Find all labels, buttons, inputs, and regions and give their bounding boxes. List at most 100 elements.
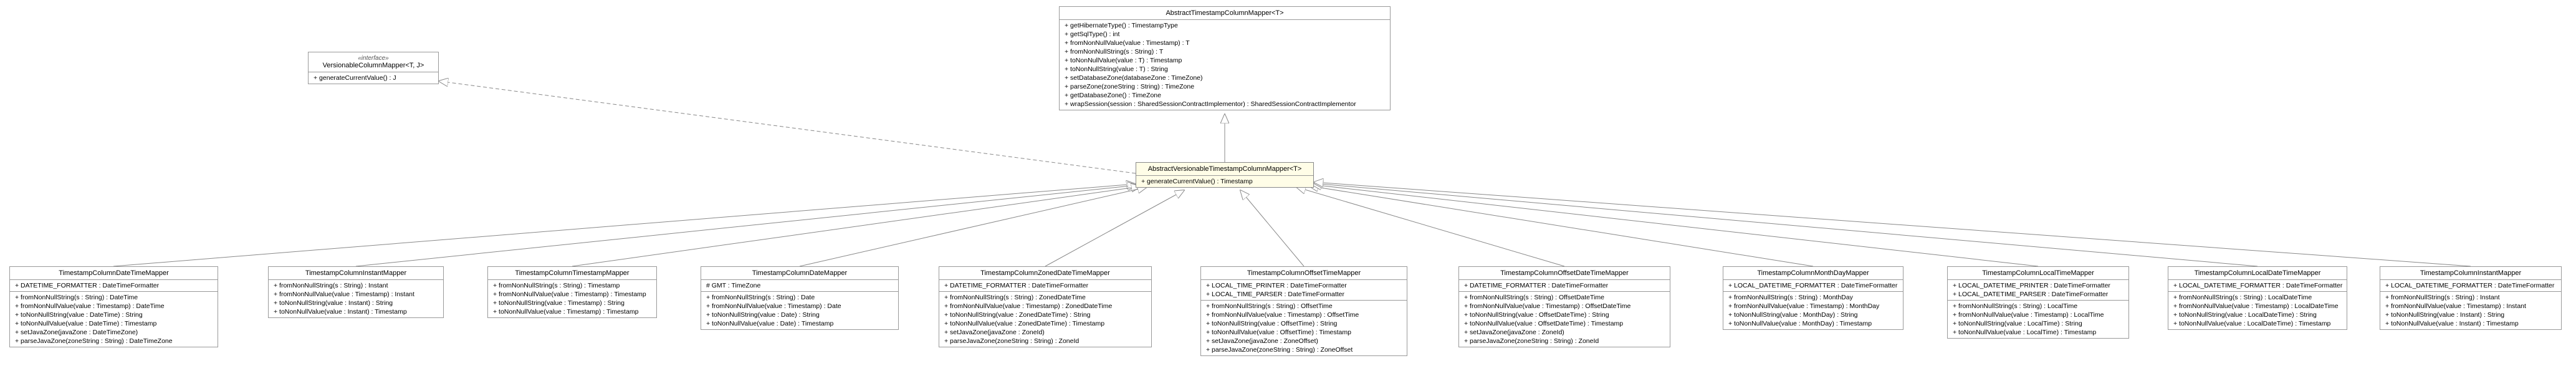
method: + parseJavaZone(zoneString : String) : D… [10,337,218,345]
method: + setDatabaseZone(databaseZone : TimeZon… [1060,74,1390,82]
field-section: + LOCAL_TIME_PRINTER : DateTimeFormatter… [1201,280,1407,301]
method: + toNonNullValue(value : Timestamp) : Ti… [488,307,656,316]
class-title: AbstractTimestampColumnMapper<T> [1060,7,1390,20]
field-section: + DATETIME_FORMATTER : DateTimeFormatter [10,280,218,292]
method: + fromNonNullValue(value : Timestamp) : … [1201,311,1407,319]
method: + fromNonNullValue(value : Timestamp) : … [1723,302,1903,311]
method: + toNonNullValue(value : MonthDay) : Tim… [1723,319,1903,328]
method: + getDatabaseZone() : TimeZone [1060,91,1390,100]
class-timestampcolumninstantmapper: TimestampColumnInstantMapper+ LOCAL_DATE… [2380,266,2562,330]
method: + toNonNullValue(value : OffsetDateTime)… [1459,319,1670,328]
method: + toNonNullString(value : Instant) : Str… [2380,311,2561,319]
method: + toNonNullString(value : MonthDay) : St… [1723,311,1903,319]
class-title: TimestampColumnInstantMapper [269,267,443,280]
method: + fromNonNullString(s : String) : Offset… [1201,302,1407,311]
method-section: + fromNonNullString(s : String) : MonthD… [1723,292,1903,329]
method: + setJavaZone(javaZone : ZoneOffset) [1201,337,1407,345]
class-title: TimestampColumnMonthDayMapper [1723,267,1903,280]
class-abstract-timestamp-mapper: AbstractTimestampColumnMapper<T> + getHi… [1059,6,1391,110]
field: + LOCAL_TIME_PRINTER : DateTimeFormatter [1201,281,1407,290]
method-section: + generateCurrentValue() : Timestamp [1136,176,1313,187]
method: + generateCurrentValue() : J [309,74,438,82]
method: + setJavaZone(javaZone : ZoneId) [939,328,1151,337]
method: + fromNonNullString(s : String) : Date [701,293,898,302]
method: + toNonNullValue(value : Instant) : Time… [269,307,443,316]
method-section: + generateCurrentValue() : J [309,72,438,84]
method: + toNonNullString(value : LocalTime) : S… [1948,319,2128,328]
method-section: + fromNonNullString(s : String) : LocalD… [2168,292,2347,329]
field: # GMT : TimeZone [701,281,898,290]
method-section: + getHibernateType() : TimestampType+ ge… [1060,20,1390,110]
class-timestampcolumndatetimemapper: TimestampColumnDateTimeMapper+ DATETIME_… [9,266,218,347]
method: + fromNonNullString(s : String) : LocalD… [2168,293,2347,302]
method: + fromNonNullString(s : String) : Timest… [488,281,656,290]
class-title: TimestampColumnTimestampMapper [488,267,656,280]
method: + fromNonNullValue(value : Timestamp) : … [701,302,898,311]
class-title: TimestampColumnLocalTimeMapper [1948,267,2128,280]
method: + toNonNullValue(value : DateTime) : Tim… [10,319,218,328]
method-section: + fromNonNullString(s : String) : DateTi… [10,292,218,347]
field-section: + LOCAL_DATETIME_FORMATTER : DateTimeFor… [1723,280,1903,292]
field: + DATETIME_FORMATTER : DateTimeFormatter [939,281,1151,290]
method: + fromNonNullValue(value : Timestamp) : … [269,290,443,299]
method: + fromNonNullValue(value : Timestamp) : … [1459,302,1670,311]
field-section: # GMT : TimeZone [701,280,898,292]
field: + DATETIME_FORMATTER : DateTimeFormatter [1459,281,1670,290]
class-timestampcolumnoffsettimemapper: TimestampColumnOffsetTimeMapper+ LOCAL_T… [1200,266,1407,356]
method: + toNonNullString(value : T) : String [1060,65,1390,74]
class-title: TimestampColumnInstantMapper [2380,267,2561,280]
class-timestampcolumnzoneddatetimemapper: TimestampColumnZonedDateTimeMapper+ DATE… [939,266,1152,347]
method: + toNonNullValue(value : T) : Timestamp [1060,56,1390,65]
method: + toNonNullString(value : Date) : String [701,311,898,319]
method-section: + fromNonNullString(s : String) : Date+ … [701,292,898,329]
field: + LOCAL_DATETIME_PARSER : DateTimeFormat… [1948,290,2128,299]
method: + fromNonNullString(s : String) : LocalT… [1948,302,2128,311]
field-section: + LOCAL_DATETIME_FORMATTER : DateTimeFor… [2168,280,2347,292]
method: + fromNonNullString(s : String) : T [1060,47,1390,56]
stereotype: «interface» [314,55,433,62]
method: + toNonNullString(value : OffsetTime) : … [1201,319,1407,328]
method: + fromNonNullValue(value : Timestamp) : … [939,302,1151,311]
method: + toNonNullString(value : ZonedDateTime)… [939,311,1151,319]
field-section: + LOCAL_DATETIME_FORMATTER : DateTimeFor… [2380,280,2561,292]
method: + fromNonNullString(s : String) : DateTi… [10,293,218,302]
method: + fromNonNullValue(value : Timestamp) : … [2380,302,2561,311]
method: + toNonNullValue(value : ZonedDateTime) … [939,319,1151,328]
method-section: + fromNonNullString(s : String) : Timest… [488,280,656,317]
method: + getSqlType() : int [1060,30,1390,39]
method: + toNonNullValue(value : OffsetTime) : T… [1201,328,1407,337]
method: + fromNonNullString(s : String) : Instan… [2380,293,2561,302]
method: + getHibernateType() : TimestampType [1060,21,1390,30]
method: + setJavaZone(javaZone : DateTimeZone) [10,328,218,337]
field: + DATETIME_FORMATTER : DateTimeFormatter [10,281,218,290]
class-timestampcolumnmonthdaymapper: TimestampColumnMonthDayMapper+ LOCAL_DAT… [1723,266,1903,330]
method: + toNonNullString(value : DateTime) : St… [10,311,218,319]
method: + setJavaZone(javaZone : ZoneId) [1459,328,1670,337]
class-timestampcolumnoffsetdatetimemapper: TimestampColumnOffsetDateTimeMapper+ DAT… [1458,266,1670,347]
class-title: TimestampColumnDateMapper [701,267,898,280]
method: + toNonNullValue(value : LocalTime) : Ti… [1948,328,2128,337]
method: + fromNonNullString(s : String) : Instan… [269,281,443,290]
method-section: + fromNonNullString(s : String) : Instan… [269,280,443,317]
class-title: TimestampColumnDateTimeMapper [10,267,218,280]
class-timestampcolumninstantmapper: TimestampColumnInstantMapper+ fromNonNul… [268,266,444,318]
method: + fromNonNullValue(value : Timestamp) : … [488,290,656,299]
class-abstract-versionable: AbstractVersionableTimestampColumnMapper… [1136,162,1314,188]
class-timestampcolumntimestampmapper: TimestampColumnTimestampMapper+ fromNonN… [487,266,657,318]
class-title: TimestampColumnOffsetTimeMapper [1201,267,1407,280]
field: + LOCAL_DATETIME_PRINTER : DateTimeForma… [1948,281,2128,290]
method: + parseJavaZone(zoneString : String) : Z… [1201,345,1407,354]
method: + parseZone(zoneString : String) : TimeZ… [1060,82,1390,91]
class-timestampcolumnlocaltimemapper: TimestampColumnLocalTimeMapper+ LOCAL_DA… [1947,266,2129,339]
field: + LOCAL_TIME_PARSER : DateTimeFormatter [1201,290,1407,299]
method-section: + fromNonNullString(s : String) : LocalT… [1948,301,2128,338]
method: + fromNonNullString(s : String) : Offset… [1459,293,1670,302]
method: + wrapSession(session : SharedSessionCon… [1060,100,1390,109]
method: + fromNonNullString(s : String) : ZonedD… [939,293,1151,302]
class-title: TimestampColumnLocalDateTimeMapper [2168,267,2347,280]
method: + toNonNullString(value : LocalDateTime)… [2168,311,2347,319]
class-title: AbstractVersionableTimestampColumnMapper… [1136,163,1313,176]
method-section: + fromNonNullString(s : String) : Instan… [2380,292,2561,329]
class-timestampcolumndatemapper: TimestampColumnDateMapper# GMT : TimeZon… [701,266,899,330]
field: + LOCAL_DATETIME_FORMATTER : DateTimeFor… [1723,281,1903,290]
